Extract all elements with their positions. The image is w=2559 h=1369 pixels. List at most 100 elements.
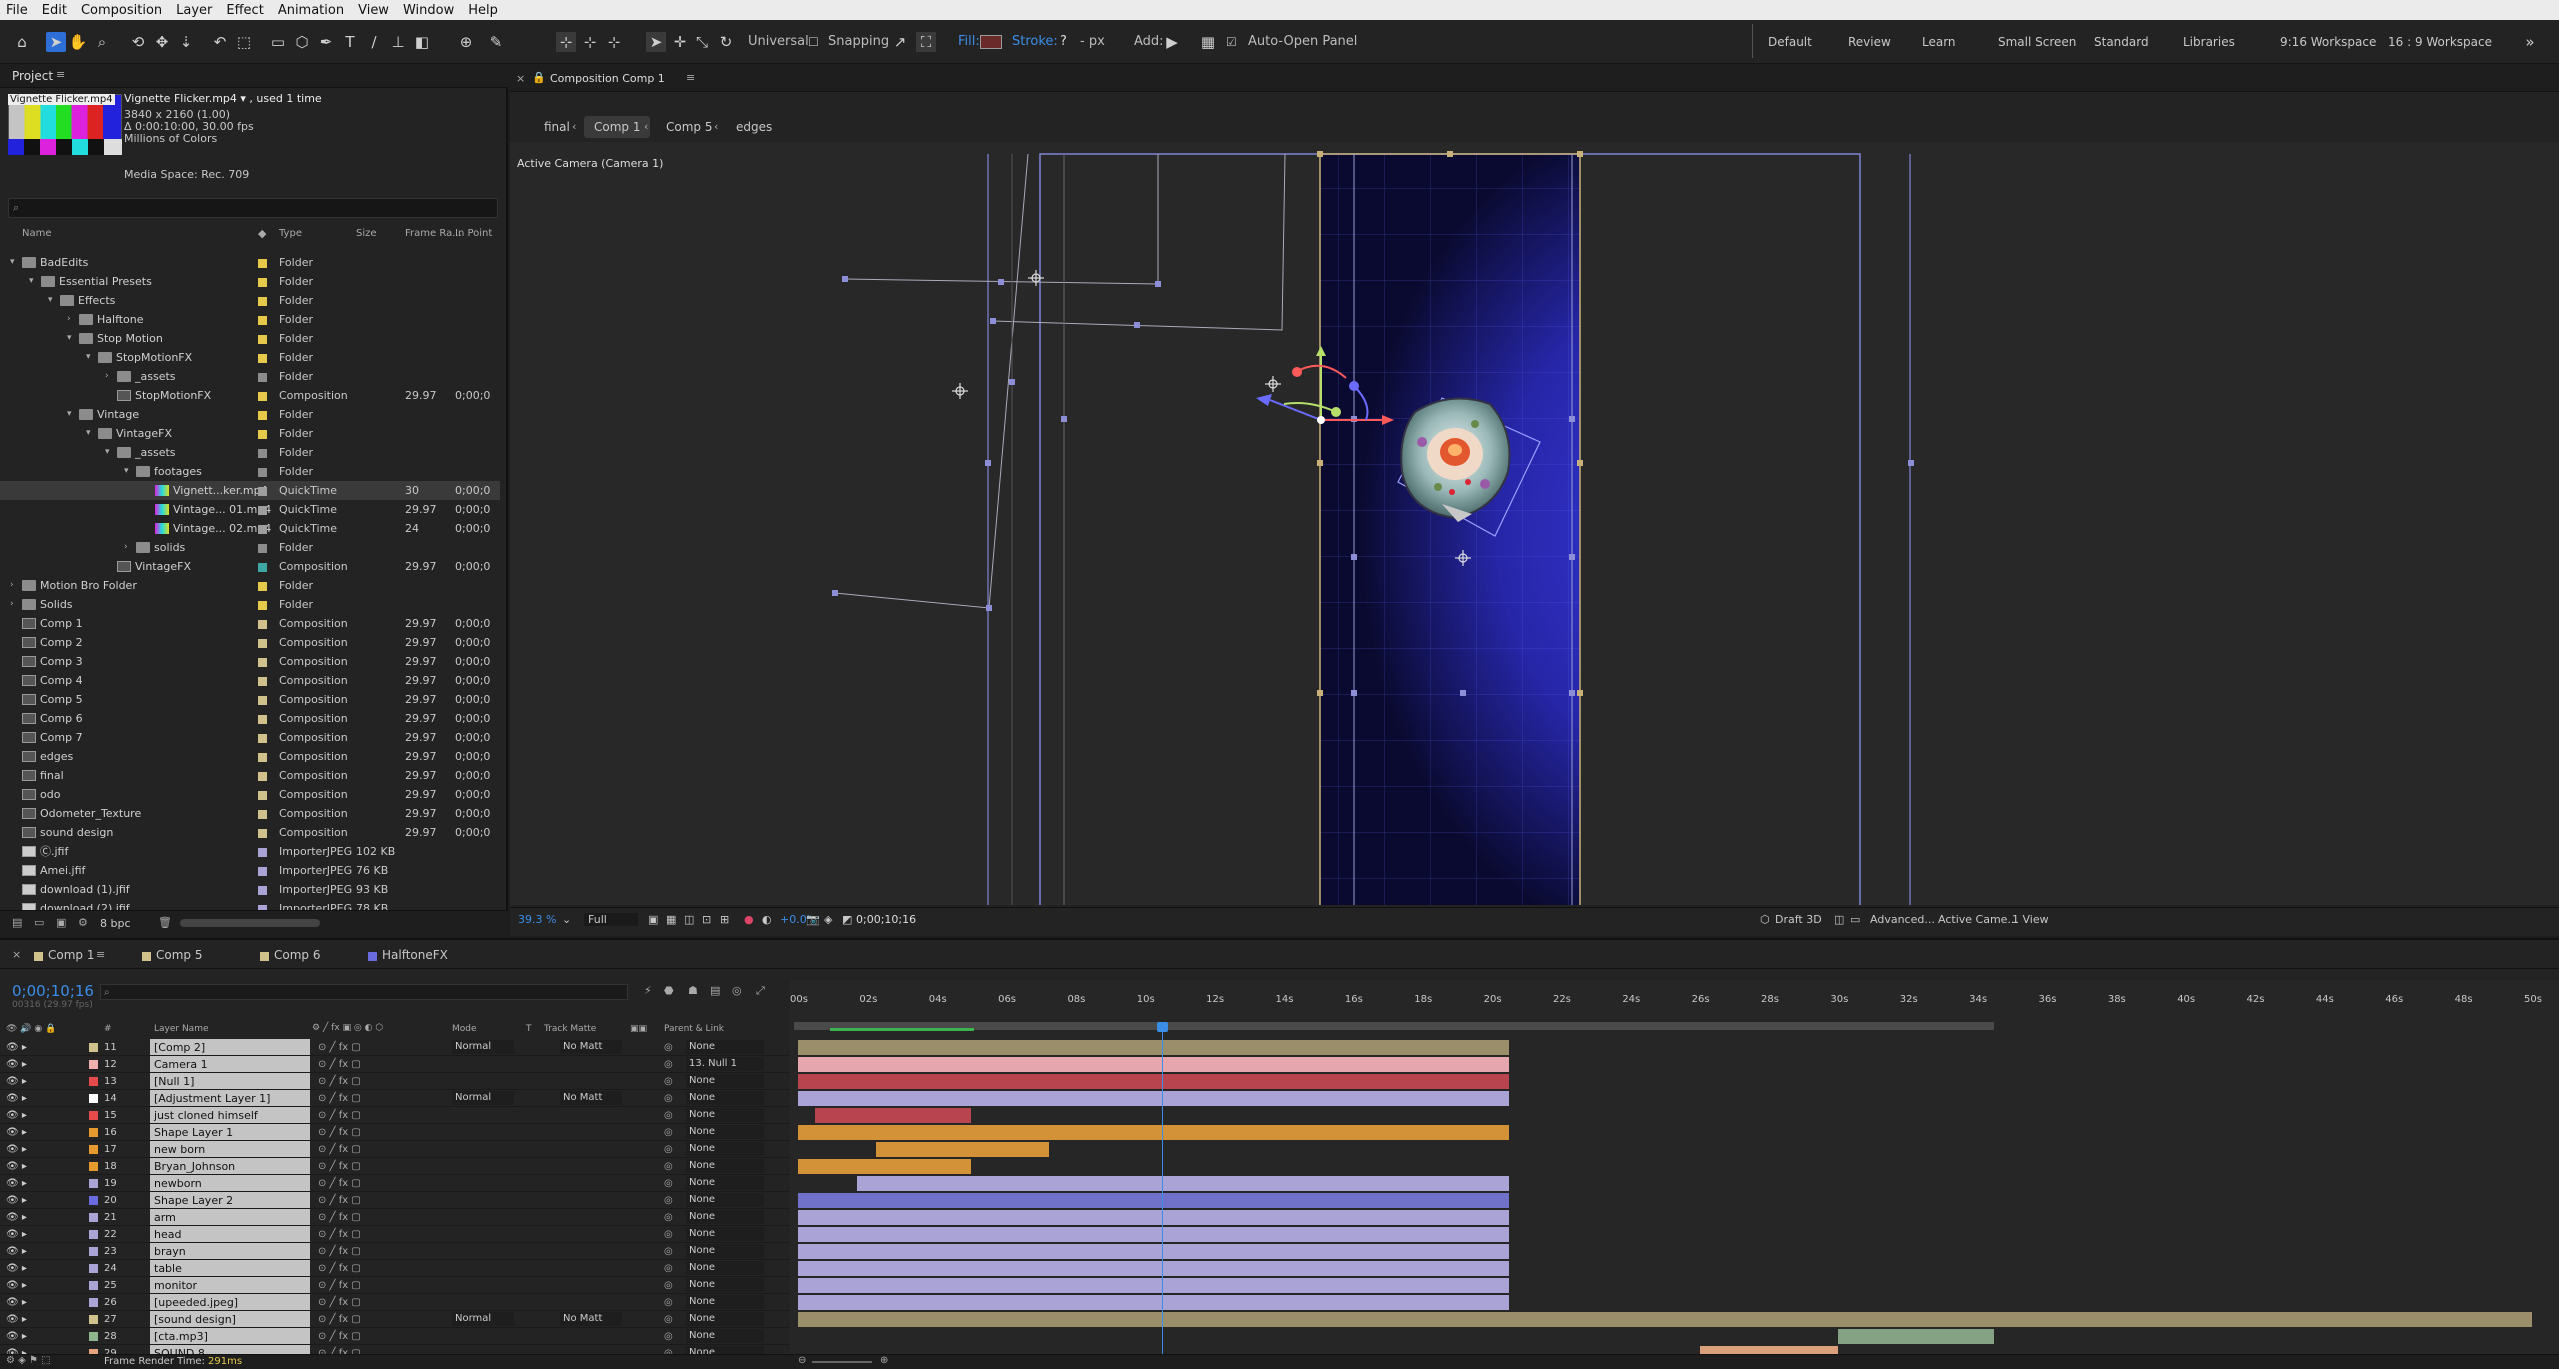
pick-whip-icon[interactable]: ◎ (664, 1158, 673, 1175)
track-matte-dropdown[interactable]: No Matt (560, 1091, 622, 1105)
layer-name[interactable]: [Null 1] (150, 1073, 310, 1089)
project-title[interactable]: Project (12, 69, 53, 83)
workspace-4[interactable]: Standard (2094, 32, 2149, 52)
layer-duration-bar[interactable] (798, 1312, 2532, 1327)
expand-right-icon[interactable]: › (124, 538, 128, 557)
zoom-value[interactable]: 39.3 % (518, 913, 556, 926)
expand-right-icon[interactable]: › (105, 367, 109, 386)
pick-whip-icon[interactable]: ◎ (664, 1090, 673, 1107)
menu-effect[interactable]: Effect (226, 3, 263, 18)
project-row[interactable]: ▾ BadEdits Folder (0, 253, 500, 272)
crumb-comp5[interactable]: Comp 5 (656, 116, 722, 138)
label-swatch[interactable] (258, 810, 267, 819)
layer-name[interactable]: [cta.mp3] (150, 1328, 310, 1344)
track-matte-dropdown[interactable]: No Matt (560, 1312, 622, 1326)
label-swatch[interactable] (258, 886, 267, 895)
puppet-pin-icon[interactable]: ✎ (486, 32, 506, 52)
pick-whip-icon[interactable]: ◎ (664, 1226, 673, 1243)
trash-icon[interactable]: 🗑 (158, 916, 172, 929)
parent-dropdown[interactable]: None (686, 1074, 764, 1088)
label-swatch[interactable] (258, 335, 267, 344)
project-row[interactable]: ▾ StopMotionFX Folder (0, 348, 500, 367)
project-row[interactable]: ▾ footages Folder (0, 462, 500, 481)
visibility-icon[interactable]: 👁 ▸ (6, 1243, 27, 1260)
layer-row[interactable]: 👁 ▸ 15 just cloned himself ⊙ ╱ fx ▢ ◎ None (0, 1107, 790, 1124)
layer-duration-bar[interactable] (798, 1295, 1509, 1310)
layer-switches[interactable]: ⊙ ╱ fx ▢ (318, 1260, 361, 1277)
parent-dropdown[interactable]: None (686, 1278, 764, 1292)
project-row[interactable]: ▾ Stop Motion Folder (0, 329, 500, 348)
pick-whip-icon[interactable]: ◎ (664, 1192, 673, 1209)
project-row[interactable]: StopMotionFX Composition 29.97 0;00;0 (0, 386, 500, 405)
label-swatch[interactable] (258, 601, 267, 610)
layer-switches[interactable]: ⊙ ╱ fx ▢ (318, 1328, 361, 1345)
layer-row[interactable]: 👁 ▸ 24 table ⊙ ╱ fx ▢ ◎ None (0, 1260, 790, 1277)
label-swatch[interactable] (258, 696, 267, 705)
layer-label-swatch[interactable] (89, 1332, 98, 1341)
extended-viewer-icon[interactable]: ◫ (1834, 913, 1844, 926)
pan-tool-icon[interactable]: ✥ (152, 32, 172, 52)
active-camera-dropdown[interactable]: Active Came... (1938, 913, 2018, 926)
composition-mini-flowchart-icon[interactable]: ⚡ (644, 984, 652, 997)
time-zoom-slider[interactable] (812, 1361, 872, 1363)
layer-name[interactable]: Shape Layer 1 (150, 1124, 310, 1140)
label-swatch[interactable] (258, 487, 267, 496)
layer-label-swatch[interactable] (89, 1145, 98, 1154)
expand-down-icon[interactable]: ▾ (86, 348, 91, 367)
layer-name[interactable]: monitor (150, 1277, 310, 1293)
project-row[interactable]: Vintage... 02.mp4 QuickTime 24 0;00;0 (0, 519, 500, 538)
label-swatch[interactable] (258, 848, 267, 857)
menu-file[interactable]: File (6, 3, 28, 18)
zoom-in-icon[interactable]: ⊕ (880, 1355, 888, 1366)
layer-row[interactable]: 👁 ▸ 14 [Adjustment Layer 1] ⊙ ╱ fx ▢ Normal N… (0, 1090, 790, 1107)
roto-brush-icon[interactable]: ⊕ (456, 32, 476, 52)
eraser-tool-icon[interactable]: ◧ (412, 32, 432, 52)
layer-label-swatch[interactable] (89, 1230, 98, 1239)
parent-dropdown[interactable]: None (686, 1261, 764, 1275)
layer-search-input[interactable]: ⌕ (100, 984, 628, 1000)
select-arrow-icon[interactable]: ➤ (646, 32, 666, 52)
pick-whip-icon[interactable]: ◎ (664, 1294, 673, 1311)
pick-whip-icon[interactable]: ◎ (664, 1056, 673, 1073)
layer-label-swatch[interactable] (89, 1196, 98, 1205)
workspace-1[interactable]: Review (1848, 32, 1891, 52)
label-swatch[interactable] (258, 677, 267, 686)
stroke-value[interactable]: ? (1060, 32, 1067, 52)
parent-dropdown[interactable]: None (686, 1159, 764, 1173)
crumb-edges[interactable]: edges (726, 116, 782, 138)
timeline-tab[interactable]: Comp 1 (48, 944, 94, 966)
type-tool-icon[interactable]: T (340, 32, 360, 52)
layer-label-swatch[interactable] (89, 1247, 98, 1256)
pick-whip-icon[interactable]: ◎ (664, 1311, 673, 1328)
layer-duration-bar[interactable] (876, 1142, 1050, 1157)
workspace-0[interactable]: Default (1768, 32, 1812, 52)
col-framerate[interactable]: Frame Ra... (405, 228, 462, 239)
pick-whip-icon[interactable]: ◎ (664, 1073, 673, 1090)
layer-duration-bar[interactable] (798, 1244, 1509, 1259)
visibility-icon[interactable]: 👁 ▸ (6, 1294, 27, 1311)
mask-visibility-icon[interactable]: ◫ (684, 913, 694, 926)
time-ruler-area[interactable] (790, 980, 2559, 1369)
panel-menu-icon[interactable]: ≡ (56, 68, 65, 81)
tab-menu-icon[interactable]: ≡ (96, 948, 105, 961)
project-row[interactable]: ▾ VintageFX Folder (0, 424, 500, 443)
layer-label-swatch[interactable] (89, 1281, 98, 1290)
exposure-icon[interactable]: ◐ (762, 913, 772, 926)
layer-switches[interactable]: ⊙ ╱ fx ▢ (318, 1209, 361, 1226)
label-swatch[interactable] (258, 297, 267, 306)
layer-switches[interactable]: ⊙ ╱ fx ▢ (318, 1311, 361, 1328)
graph-editor-icon[interactable]: ⤢ (756, 984, 765, 998)
label-swatch[interactable] (258, 449, 267, 458)
pick-whip-icon[interactable]: ◎ (664, 1260, 673, 1277)
layer-row[interactable]: 👁 ▸ 18 Bryan_Johnson ⊙ ╱ fx ▢ ◎ None (0, 1158, 790, 1175)
layer-duration-bar[interactable] (798, 1040, 1509, 1055)
snap-edges-icon[interactable]: ↗ (890, 32, 910, 52)
add-play-icon[interactable]: ▶ (1162, 32, 1182, 52)
3d-ground-icon[interactable]: ▭ (1850, 913, 1860, 926)
fill-swatch[interactable] (980, 35, 1002, 49)
project-row[interactable]: Comp 4 Composition 29.97 0;00;0 (0, 671, 500, 690)
layer-duration-bar[interactable] (798, 1227, 1509, 1242)
advanced-dropdown[interactable]: Advanced... (1870, 913, 1935, 926)
project-row[interactable]: ▾ Essential Presets Folder (0, 272, 500, 291)
layer-label-swatch[interactable] (89, 1298, 98, 1307)
